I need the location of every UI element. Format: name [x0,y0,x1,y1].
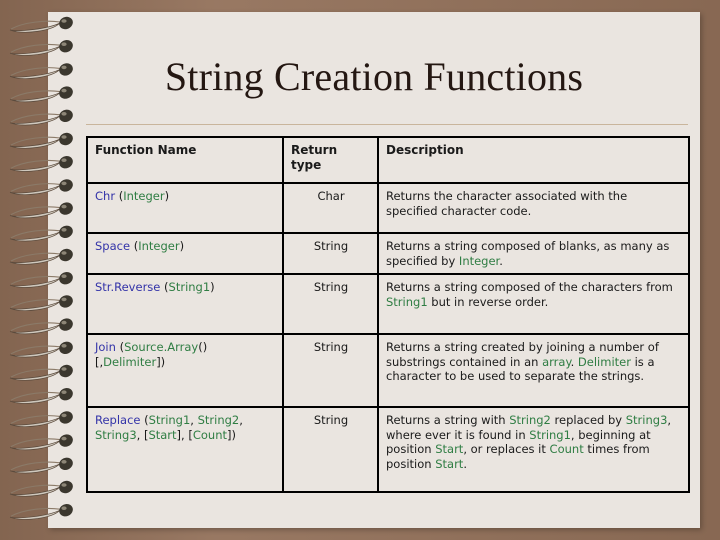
table-header-row: Function Name Return type Description [86,136,690,184]
table-row: Str.Reverse (String1) String Returns a str… [86,273,690,335]
parameter-token: Delimiter [577,354,631,369]
parameter-token: String1 [386,294,428,309]
table-row: Join (Source.Array() [,Delimiter]) String… [86,333,690,408]
function-name-token: Replace [95,413,141,427]
function-name-token: Join [95,340,116,354]
functions-table-container: Function Name Return type Description Ch… [86,136,690,493]
function-name-token: Chr [95,189,116,203]
table-header: Function Name Return type Description [86,136,690,184]
cell-function-name: Space (Integer) [86,232,284,275]
parameter-token: String1 [529,427,571,442]
parameter-token: Start [435,456,464,471]
parameter-token: String1 [168,280,211,294]
table-row: Space (Integer) String Returns a string co… [86,232,690,275]
parameter-token: Count [549,442,584,456]
parameter-token: array [542,354,571,369]
column-header-return-type: Return type [282,136,379,184]
cell-return-type: String [282,273,379,335]
parameter-token: String2 [197,413,240,427]
function-params: (String1) [160,280,215,294]
parameter-token: String3 [625,413,668,427]
slide-canvas: String Creation Functions Function Name … [0,0,720,540]
cell-return-type: String [282,333,379,408]
parameter-token: Count [192,427,227,442]
parameter-token: Integer [458,253,500,268]
cell-description: Returns a string with String2 replaced b… [377,406,690,493]
function-name-token: Space [95,239,131,253]
table-body: Chr (Integer) Char Returns the character a… [86,182,690,493]
parameter-token: String1 [148,413,191,427]
column-header-function-name: Function Name [86,136,284,184]
cell-description: Returns a string created by joining a nu… [377,333,690,408]
title-divider [86,124,688,125]
parameter-token: String3 [95,427,137,442]
table-row: Chr (Integer) Char Returns the character a… [86,182,690,234]
column-header-description: Description [377,136,690,184]
parameter-token: Integer [138,239,180,253]
parameter-token: Delimiter [103,354,157,369]
functions-table: Function Name Return type Description Ch… [86,136,690,493]
cell-description: Returns a string composed of the charact… [377,273,690,335]
parameter-token: String2 [509,413,551,427]
cell-description: Returns the character associated with th… [377,182,690,234]
cell-function-name: Chr (Integer) [86,182,284,234]
cell-function-name: Str.Reverse (String1) [86,273,284,335]
table-row: Replace (String1, String2, String3, [Sta… [86,406,690,493]
parameter-token: Source.Array [124,340,199,354]
function-params: (Integer) [115,189,170,203]
page-title: String Creation Functions [164,54,584,99]
cell-return-type: String [282,232,379,275]
function-name-token: Str.Reverse [95,280,161,294]
cell-function-name: Replace (String1, String2, String3, [Sta… [86,406,284,493]
cell-return-type: String [282,406,379,493]
parameter-token: Start [435,442,464,456]
parameter-token: Start [148,427,177,442]
cell-function-name: Join (Source.Array() [,Delimiter]) [86,333,284,408]
cell-description: Returns a string composed of blanks, as … [377,232,690,275]
cell-return-type: Char [282,182,379,234]
function-params: (Integer) [130,239,185,253]
parameter-token: Integer [123,189,165,203]
